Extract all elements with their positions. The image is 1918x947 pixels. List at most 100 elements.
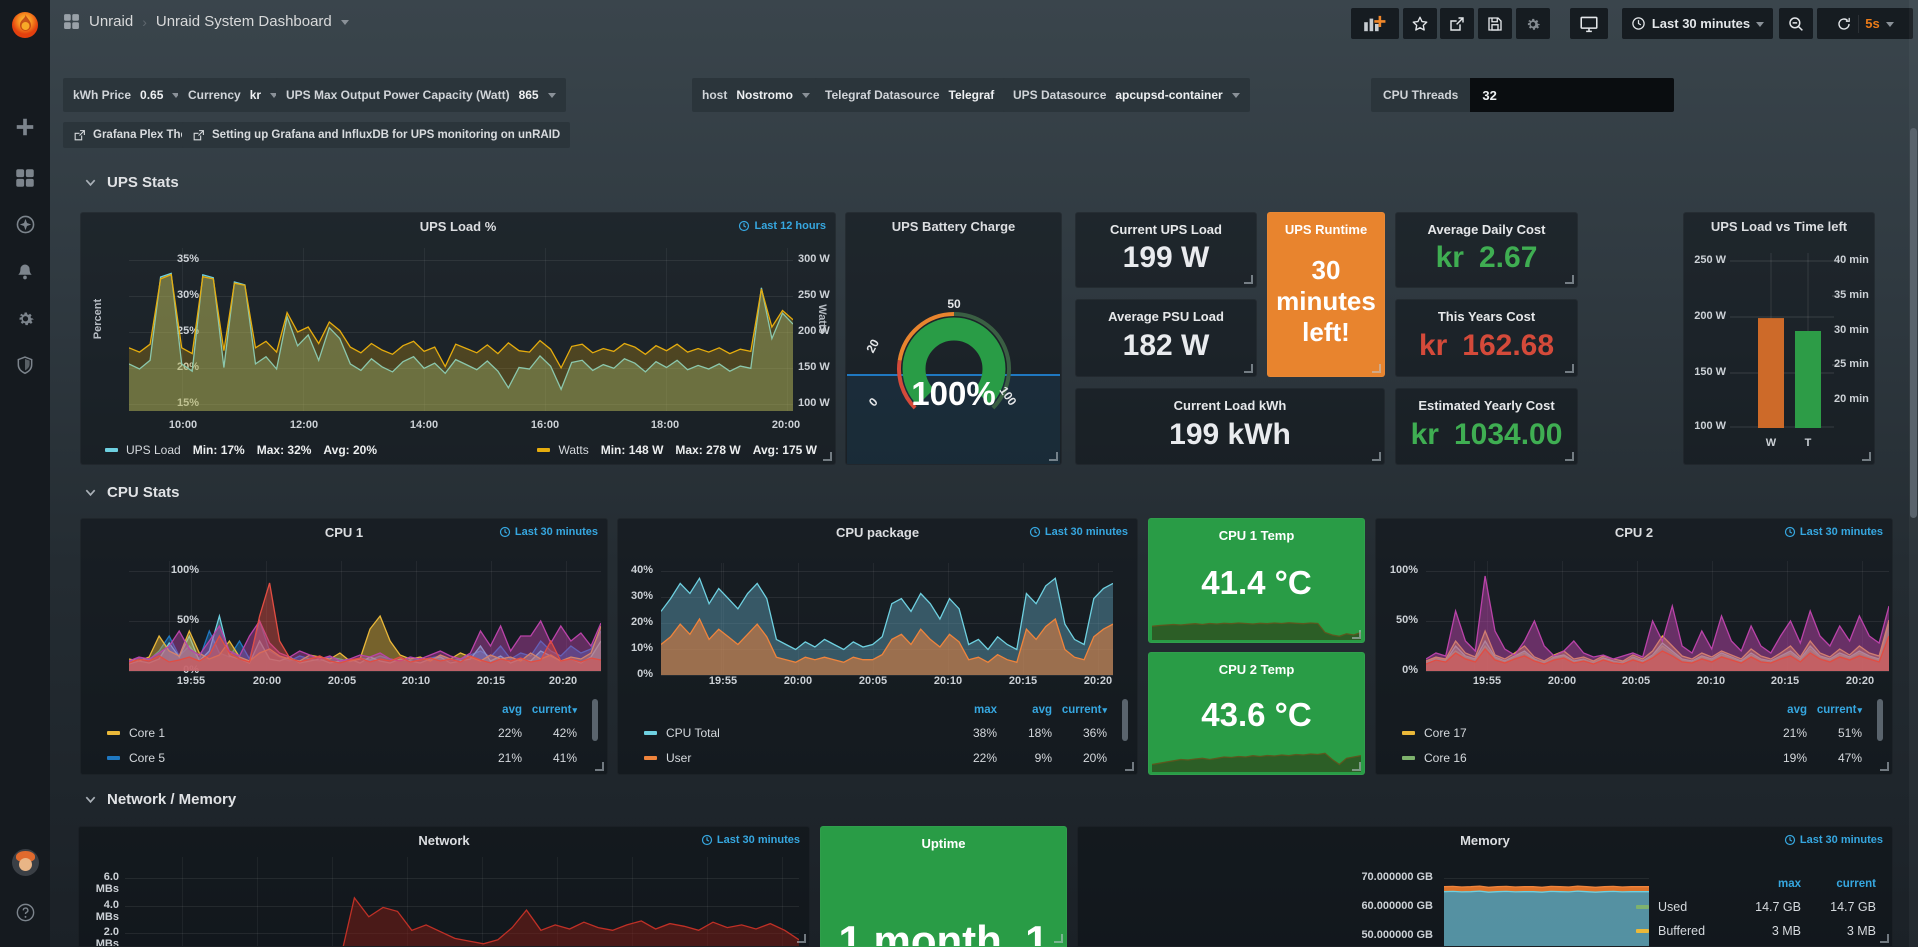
time-range-badge[interactable]: Last 30 minutes xyxy=(701,834,800,846)
legend-col-current[interactable]: current xyxy=(1807,704,1862,716)
stat-title[interactable]: Current UPS Load xyxy=(1110,222,1222,237)
legend-col-avg[interactable]: avg xyxy=(467,704,522,716)
clock-icon xyxy=(1784,526,1796,538)
legend-item[interactable]: User22%9%20% xyxy=(644,745,1107,770)
cycle-view-monitor-icon[interactable] xyxy=(1570,8,1608,39)
ups-load-chart[interactable] xyxy=(129,248,793,411)
legend-col-max[interactable]: max xyxy=(942,704,997,716)
panel-title[interactable]: Memory xyxy=(1118,833,1852,848)
y-tick: 150 W xyxy=(1684,366,1726,378)
legend-item[interactable]: Core 1619%47% xyxy=(1402,745,1862,770)
stat-title[interactable]: Average Daily Cost xyxy=(1427,222,1545,237)
x-tick: 20:10 xyxy=(934,675,962,687)
x-tick: 19:55 xyxy=(709,675,737,687)
time-range-badge[interactable]: Last 12 hours xyxy=(738,220,826,232)
cpu-package-chart[interactable] xyxy=(661,563,1113,675)
save-button[interactable] xyxy=(1478,8,1512,39)
legend-item[interactable]: Buffered3 MB3 MB xyxy=(1636,919,1876,943)
variable-host[interactable]: host Nostromo xyxy=(692,78,820,112)
dashboards-grid-icon[interactable] xyxy=(63,13,80,30)
link-ups-monitoring-guide[interactable]: Setting up Grafana and InfluxDB for UPS … xyxy=(182,122,570,148)
stat-value: kr2.67 xyxy=(1436,237,1538,287)
legend-col-current[interactable]: current xyxy=(1052,704,1107,716)
dashboard-settings-button[interactable] xyxy=(1516,8,1550,39)
variable-telegraf-datasource[interactable]: Telegraf Datasource Telegraf xyxy=(815,78,1021,112)
panel-ups-load-vs-time-left: UPS Load vs Time left 250 W 200 W 150 W … xyxy=(1683,212,1875,465)
user-avatar[interactable] xyxy=(0,845,50,879)
explore-compass-icon[interactable] xyxy=(0,207,50,241)
legend-item[interactable]: UPS Load Min: 17% Max: 32% Avg: 20% xyxy=(105,443,377,457)
x-tick: 20:00 xyxy=(784,675,812,687)
panel-title[interactable]: UPS Load % xyxy=(121,219,795,234)
memory-chart[interactable] xyxy=(1444,867,1649,947)
legend-scrollbar[interactable] xyxy=(1877,699,1883,741)
breadcrumb-folder[interactable]: Unraid xyxy=(89,13,133,30)
time-picker[interactable]: Last 30 minutes xyxy=(1622,8,1773,39)
variable-kwh-price[interactable]: kWh Price 0.65 xyxy=(63,78,190,112)
stat-title[interactable]: UPS Runtime xyxy=(1285,222,1367,237)
gauge-value: 100% xyxy=(846,375,1061,413)
stat-title[interactable]: Current Load kWh xyxy=(1174,398,1287,413)
x-tick: 20:10 xyxy=(1697,675,1725,687)
legend-item[interactable]: CPU Total38%18%36% xyxy=(644,720,1107,745)
add-panel-button[interactable] xyxy=(1351,8,1399,39)
panel-average-daily-cost: Average Daily Cost kr2.67 xyxy=(1395,212,1578,288)
time-range-badge[interactable]: Last 30 minutes xyxy=(499,526,598,538)
page-scrollbar[interactable] xyxy=(1909,0,1918,947)
legend-item[interactable]: Core 521%41% xyxy=(107,745,577,770)
time-range-badge[interactable]: Last 30 minutes xyxy=(1784,526,1883,538)
stat-value: 199 kWh xyxy=(1169,413,1291,464)
breadcrumb-dashboard-title[interactable]: Unraid System Dashboard xyxy=(156,13,332,30)
y-tick: 30 min xyxy=(1834,324,1875,336)
legend-item[interactable]: Used14.7 GB14.7 GB xyxy=(1636,895,1876,919)
section-ups-stats[interactable]: UPS Stats xyxy=(84,174,179,191)
legend-scrollbar[interactable] xyxy=(592,699,598,741)
stat-title[interactable]: This Years Cost xyxy=(1438,309,1535,324)
cpu2-chart[interactable] xyxy=(1426,561,1889,671)
time-range-badge[interactable]: Last 30 minutes xyxy=(1029,526,1128,538)
stat-value: 41.4 °C xyxy=(1149,549,1364,616)
stat-title[interactable]: Estimated Yearly Cost xyxy=(1418,398,1554,413)
legend-col-avg[interactable]: avg xyxy=(997,704,1052,716)
stat-title[interactable]: CPU 1 Temp xyxy=(1219,528,1295,543)
panel-title[interactable]: UPS Load vs Time left xyxy=(1690,219,1868,234)
variable-currency[interactable]: Currency kr xyxy=(178,78,288,112)
admin-shield-icon[interactable] xyxy=(0,348,50,382)
time-range-label: Last 30 minutes xyxy=(1652,16,1750,31)
legend-col-avg[interactable]: avg xyxy=(1752,704,1807,716)
time-range-badge[interactable]: Last 30 minutes xyxy=(1784,834,1883,846)
panel-title[interactable]: UPS Battery Charge xyxy=(856,219,1051,234)
panel-title[interactable]: Network xyxy=(119,833,769,848)
share-button[interactable] xyxy=(1440,8,1474,39)
legend-item[interactable]: Core 1721%51% xyxy=(1402,720,1862,745)
grafana-logo-icon[interactable] xyxy=(0,5,50,45)
create-plus-icon[interactable] xyxy=(0,110,50,144)
chevron-down-icon[interactable] xyxy=(341,20,349,29)
variable-ups-datasource[interactable]: UPS Datasource apcupsd-container xyxy=(1003,78,1250,112)
help-icon[interactable] xyxy=(0,895,50,929)
scrollbar-thumb[interactable] xyxy=(1910,128,1917,518)
refresh-control[interactable]: 5s xyxy=(1817,8,1913,39)
star-button[interactable] xyxy=(1403,8,1437,39)
dashboards-icon[interactable] xyxy=(0,161,50,195)
stat-title[interactable]: Uptime xyxy=(921,836,965,851)
section-cpu-stats[interactable]: CPU Stats xyxy=(84,484,180,501)
y-tick: 300 W xyxy=(798,253,836,265)
alerting-bell-icon[interactable] xyxy=(0,255,50,289)
zoom-out-button[interactable] xyxy=(1779,8,1813,39)
legend-scrollbar[interactable] xyxy=(1122,699,1128,741)
stat-title[interactable]: Average PSU Load xyxy=(1108,309,1224,324)
variable-ups-max-output[interactable]: UPS Max Output Power Capacity (Watt) 865 xyxy=(276,78,566,112)
legend-col-max[interactable]: max xyxy=(1731,878,1801,890)
stat-title[interactable]: CPU 2 Temp xyxy=(1219,662,1295,677)
legend-item[interactable]: Watts Min: 148 W Max: 278 W Avg: 175 W xyxy=(537,443,817,457)
configuration-gear-icon[interactable] xyxy=(0,301,50,335)
legend-item[interactable]: Core 122%42% xyxy=(107,720,577,745)
legend-col-current[interactable]: current xyxy=(1801,878,1876,890)
cpu1-chart[interactable] xyxy=(129,561,601,671)
network-chart[interactable] xyxy=(125,857,799,947)
legend: maxcurrent Used14.7 GB14.7 GB Buffered3 … xyxy=(1636,873,1876,943)
legend-col-current[interactable]: current xyxy=(522,704,577,716)
section-network-memory[interactable]: Network / Memory xyxy=(84,791,236,808)
cpu-threads-input[interactable] xyxy=(1470,78,1674,112)
